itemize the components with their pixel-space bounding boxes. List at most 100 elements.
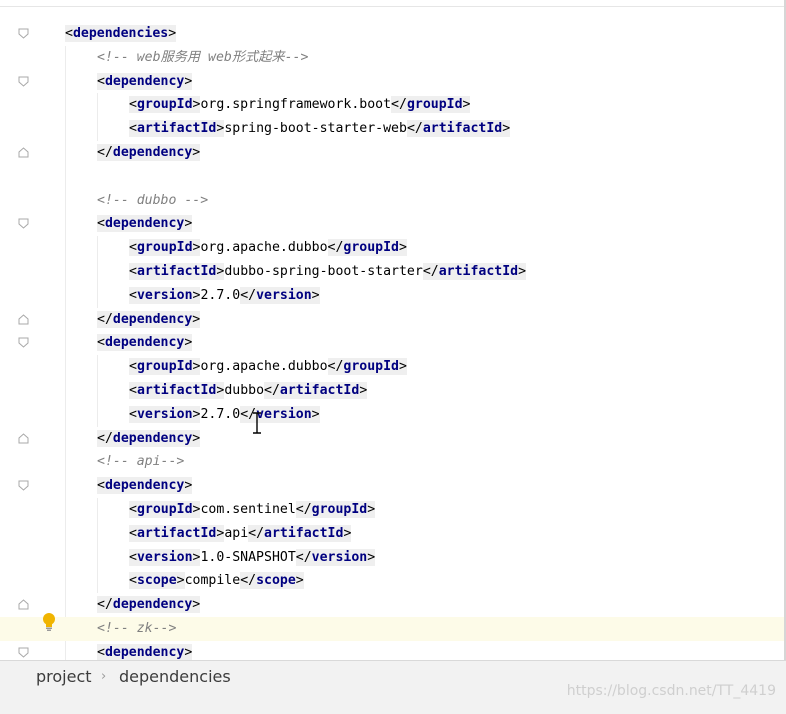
tag-bracket: > <box>518 264 527 279</box>
tag-bracket: > <box>311 406 320 422</box>
fold-open-icon[interactable] <box>18 76 29 87</box>
xml-open-tag: <version> <box>129 405 201 423</box>
code-line[interactable]: <dependency> <box>0 70 784 94</box>
xml-close-tag: </artifactId> <box>248 524 352 542</box>
xml-close-tag: </version> <box>295 548 376 566</box>
tag-bracket: </ <box>240 287 257 303</box>
tag-bracket: < <box>97 335 105 351</box>
code-line[interactable]: </dependency> <box>0 141 784 165</box>
code-line[interactable]: <!-- api--> <box>0 450 784 474</box>
tag-name: groupId <box>136 240 193 256</box>
fold-open-icon[interactable] <box>18 218 29 230</box>
code-line[interactable]: <artifactId>dubbo</artifactId> <box>0 379 784 403</box>
xml-open-tag: <artifactId> <box>129 120 225 138</box>
xml-close-tag: </dependency> <box>97 429 201 447</box>
tag-value: org.apache.dubbo <box>200 240 328 256</box>
tag-name: dependency <box>104 335 185 351</box>
tag-bracket: < <box>129 573 137 589</box>
tag-bracket: > <box>367 549 376 565</box>
lightbulb-icon[interactable] <box>41 612 57 632</box>
code-line[interactable]: <artifactId>api</artifactId> <box>0 522 784 546</box>
code-text: <groupId>com.sentinel</groupId> <box>129 501 376 519</box>
tag-value: com.sentinel <box>200 502 296 517</box>
tag-bracket: > <box>184 216 193 232</box>
fold-close-icon[interactable] <box>18 599 29 610</box>
tag-name: dependency <box>112 311 193 327</box>
tag-bracket: < <box>129 264 137 279</box>
tag-bracket: </ <box>422 264 439 279</box>
code-line[interactable]: <groupId>org.apache.dubbo</groupId> <box>0 236 784 260</box>
code-line[interactable] <box>0 165 784 189</box>
xml-close-tag: </dependency> <box>97 310 201 328</box>
xml-close-tag: </groupId> <box>327 358 407 376</box>
tag-name: groupId <box>136 502 193 517</box>
tag-bracket: < <box>129 406 137 422</box>
code-line[interactable]: <!-- dubbo --> <box>0 189 784 213</box>
code-line[interactable]: <version>1.0-SNAPSHOT</version> <box>0 546 784 570</box>
tag-bracket: < <box>129 549 137 565</box>
tag-name: dependency <box>112 430 193 446</box>
code-line[interactable]: <!-- web服务用 web形式起来--> <box>0 46 784 70</box>
tag-bracket: </ <box>391 97 407 113</box>
tag-name: artifactId <box>438 264 519 279</box>
code-text: </dependency> <box>97 144 201 162</box>
code-line[interactable]: <groupId>com.sentinel</groupId> <box>0 498 784 522</box>
tag-name: version <box>136 549 193 565</box>
tag-name: dependencies <box>72 26 169 41</box>
code-line[interactable]: </dependency> <box>0 427 784 451</box>
fold-close-icon[interactable] <box>18 432 29 444</box>
code-text: <version>2.7.0</version> <box>129 286 320 305</box>
tag-bracket: < <box>97 478 105 494</box>
tag-bracket: < <box>129 502 137 517</box>
code-line[interactable]: <dependency> <box>0 212 784 236</box>
code-line[interactable]: <dependency> <box>0 474 784 498</box>
tag-bracket: </ <box>240 573 257 589</box>
tag-name: dependency <box>104 478 185 494</box>
code-line[interactable]: <artifactId>spring-boot-starter-web</art… <box>0 117 784 141</box>
code-line[interactable]: <groupId>org.springframework.boot</group… <box>0 93 784 117</box>
code-line[interactable]: <version>2.7.0</version> <box>0 284 784 308</box>
tag-bracket: > <box>192 145 201 160</box>
code-text: <version>1.0-SNAPSHOT</version> <box>129 548 376 567</box>
tag-name: groupId <box>311 502 368 517</box>
fold-open-icon[interactable] <box>18 28 29 39</box>
xml-open-tag: <groupId> <box>129 96 201 114</box>
code-line[interactable]: <dependencies> <box>0 22 784 46</box>
fold-open-icon[interactable] <box>18 647 29 658</box>
fold-open-icon[interactable] <box>18 480 29 491</box>
tag-name: artifactId <box>136 383 217 398</box>
tag-name: scope <box>136 573 177 589</box>
tag-bracket: </ <box>295 549 312 565</box>
code-line[interactable]: <dependency> <box>0 641 784 660</box>
code-line[interactable]: </dependency> <box>0 308 784 332</box>
code-text: <dependency> <box>97 477 193 495</box>
code-line[interactable]: </dependency> <box>0 593 784 617</box>
tag-name: version <box>136 287 193 303</box>
tag-bracket: < <box>97 644 105 660</box>
code-text: <!-- zk--> <box>97 620 176 638</box>
breadcrumb-item-dependencies[interactable]: dependencies <box>119 667 231 686</box>
xml-close-tag: </dependency> <box>97 144 201 161</box>
fold-close-icon[interactable] <box>18 147 29 158</box>
breadcrumb-item-project[interactable]: project <box>36 667 92 686</box>
tag-bracket: </ <box>97 430 113 446</box>
tag-name: scope <box>256 573 296 589</box>
tag-name: groupId <box>406 97 463 113</box>
tag-bracket: </ <box>327 359 344 375</box>
code-line[interactable]: <dependency> <box>0 331 784 355</box>
code-line[interactable]: <version>2.7.0</version> <box>0 403 784 427</box>
xml-open-tag: <version> <box>129 286 201 304</box>
xml-close-tag: </dependency> <box>97 596 201 614</box>
tag-bracket: </ <box>295 502 312 517</box>
code-line[interactable]: <scope>compile</scope> <box>0 569 784 593</box>
fold-open-icon[interactable] <box>18 337 29 349</box>
code-line[interactable]: <artifactId>dubbo-spring-boot-starter</a… <box>0 260 784 284</box>
breadcrumb-separator: › <box>101 669 107 684</box>
tag-name: artifactId <box>264 525 344 541</box>
code-text: <groupId>org.apache.dubbo</groupId> <box>129 239 407 257</box>
fold-close-icon[interactable] <box>18 313 29 325</box>
code-editor[interactable]: <dependencies> <!-- web服务用 web形式起来--> <dep… <box>0 0 784 660</box>
code-line[interactable]: <groupId>org.apache.dubbo</groupId> <box>0 355 784 379</box>
code-line[interactable]: <!-- zk--> <box>0 617 784 641</box>
tag-bracket: </ <box>406 121 423 137</box>
